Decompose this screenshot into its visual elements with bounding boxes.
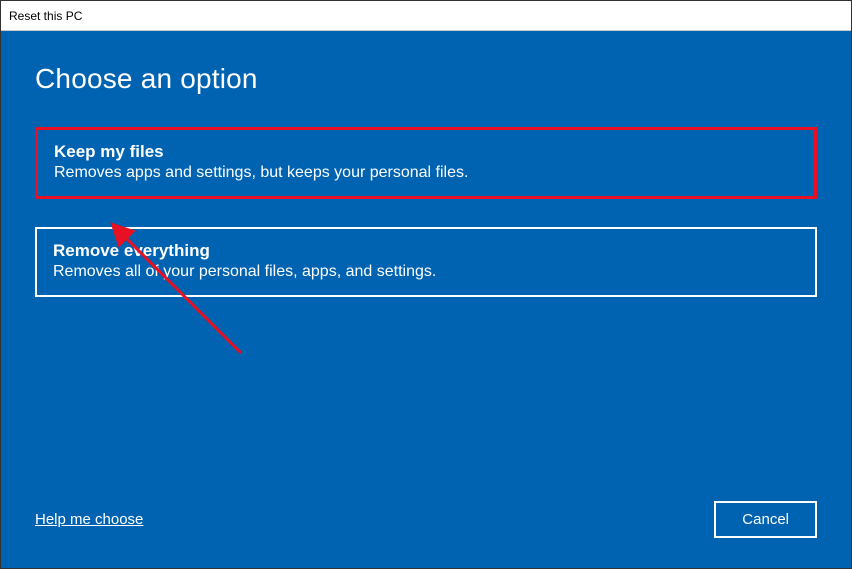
cancel-button[interactable]: Cancel [714, 501, 817, 538]
option-keep-title: Keep my files [54, 142, 798, 162]
option-remove-everything[interactable]: Remove everything Removes all of your pe… [35, 227, 817, 297]
option-keep-my-files[interactable]: Keep my files Removes apps and settings,… [35, 127, 817, 199]
window-title: Reset this PC [9, 9, 82, 23]
page-heading: Choose an option [35, 63, 817, 95]
option-remove-title: Remove everything [53, 241, 799, 261]
help-me-choose-link[interactable]: Help me choose [35, 511, 143, 528]
dialog-content: Choose an option Keep my files Removes a… [1, 31, 851, 568]
dialog-footer: Help me choose Cancel [35, 501, 817, 548]
option-keep-desc: Removes apps and settings, but keeps you… [54, 164, 798, 182]
option-remove-desc: Removes all of your personal files, apps… [53, 263, 799, 281]
window-title-bar: Reset this PC [1, 1, 851, 31]
